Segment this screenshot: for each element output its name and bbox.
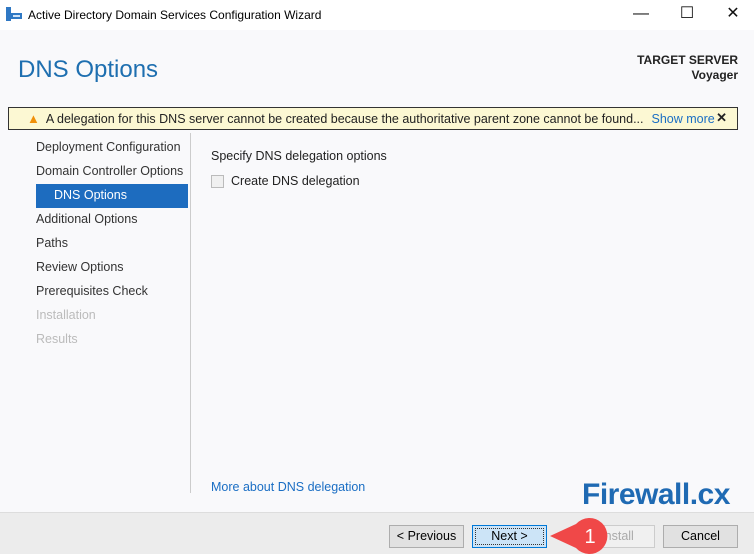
firewall-cx-watermark: Firewall.cx bbox=[582, 478, 730, 511]
nav-item-dns-options[interactable]: DNS Options bbox=[36, 184, 188, 208]
nav-item-review-options[interactable]: Review Options bbox=[36, 256, 190, 280]
nav-item-results: Results bbox=[36, 332, 78, 346]
cancel-button[interactable]: Cancel bbox=[663, 525, 738, 548]
nav-item-deployment-configuration[interactable]: Deployment Configuration bbox=[36, 136, 190, 160]
step-callout: 1 bbox=[550, 518, 608, 554]
previous-button[interactable]: < Previous bbox=[389, 525, 464, 548]
title-bar: Active Directory Domain Services Configu… bbox=[0, 0, 754, 30]
nav-item-domain-controller-options[interactable]: Domain Controller Options bbox=[36, 160, 190, 184]
target-server-name: Voyager bbox=[691, 68, 738, 82]
nav-item-paths[interactable]: Paths bbox=[36, 232, 190, 256]
target-server-label: TARGET SERVER bbox=[637, 53, 738, 67]
page-title: DNS Options bbox=[18, 56, 159, 83]
window-title: Active Directory Domain Services Configu… bbox=[28, 8, 322, 22]
nav-item-installation: Installation bbox=[36, 308, 96, 322]
section-label: Specify DNS delegation options bbox=[211, 149, 387, 163]
callout-number: 1 bbox=[584, 526, 595, 548]
checkbox-label: Create DNS delegation bbox=[231, 174, 360, 188]
nav-item-additional-options[interactable]: Additional Options bbox=[36, 208, 190, 232]
minimize-button[interactable]: — bbox=[618, 0, 664, 30]
checkbox-box[interactable] bbox=[211, 174, 224, 188]
show-more-link[interactable]: Show more bbox=[651, 112, 714, 126]
divider bbox=[190, 133, 191, 493]
close-button[interactable]: ✕ bbox=[710, 0, 754, 30]
maximize-button[interactable]: ☐ bbox=[664, 0, 710, 30]
warning-message: A delegation for this DNS server cannot … bbox=[45, 111, 644, 126]
target-server: TARGET SERVER Voyager bbox=[637, 53, 738, 83]
more-about-dns-delegation-link[interactable]: More about DNS delegation bbox=[211, 480, 365, 494]
dismiss-warning-icon[interactable]: ✕ bbox=[716, 110, 727, 126]
create-dns-delegation-checkbox[interactable]: Create DNS delegation bbox=[211, 174, 360, 188]
wizard-nav: Deployment Configuration Domain Controlle… bbox=[36, 136, 190, 352]
warning-banner: ▲ A delegation for this DNS server canno… bbox=[8, 107, 738, 130]
warning-triangle-icon: ▲ bbox=[27, 111, 40, 126]
app-icon bbox=[6, 7, 22, 21]
next-button[interactable]: Next > bbox=[472, 525, 547, 548]
nav-item-prerequisites-check[interactable]: Prerequisites Check bbox=[36, 280, 190, 304]
